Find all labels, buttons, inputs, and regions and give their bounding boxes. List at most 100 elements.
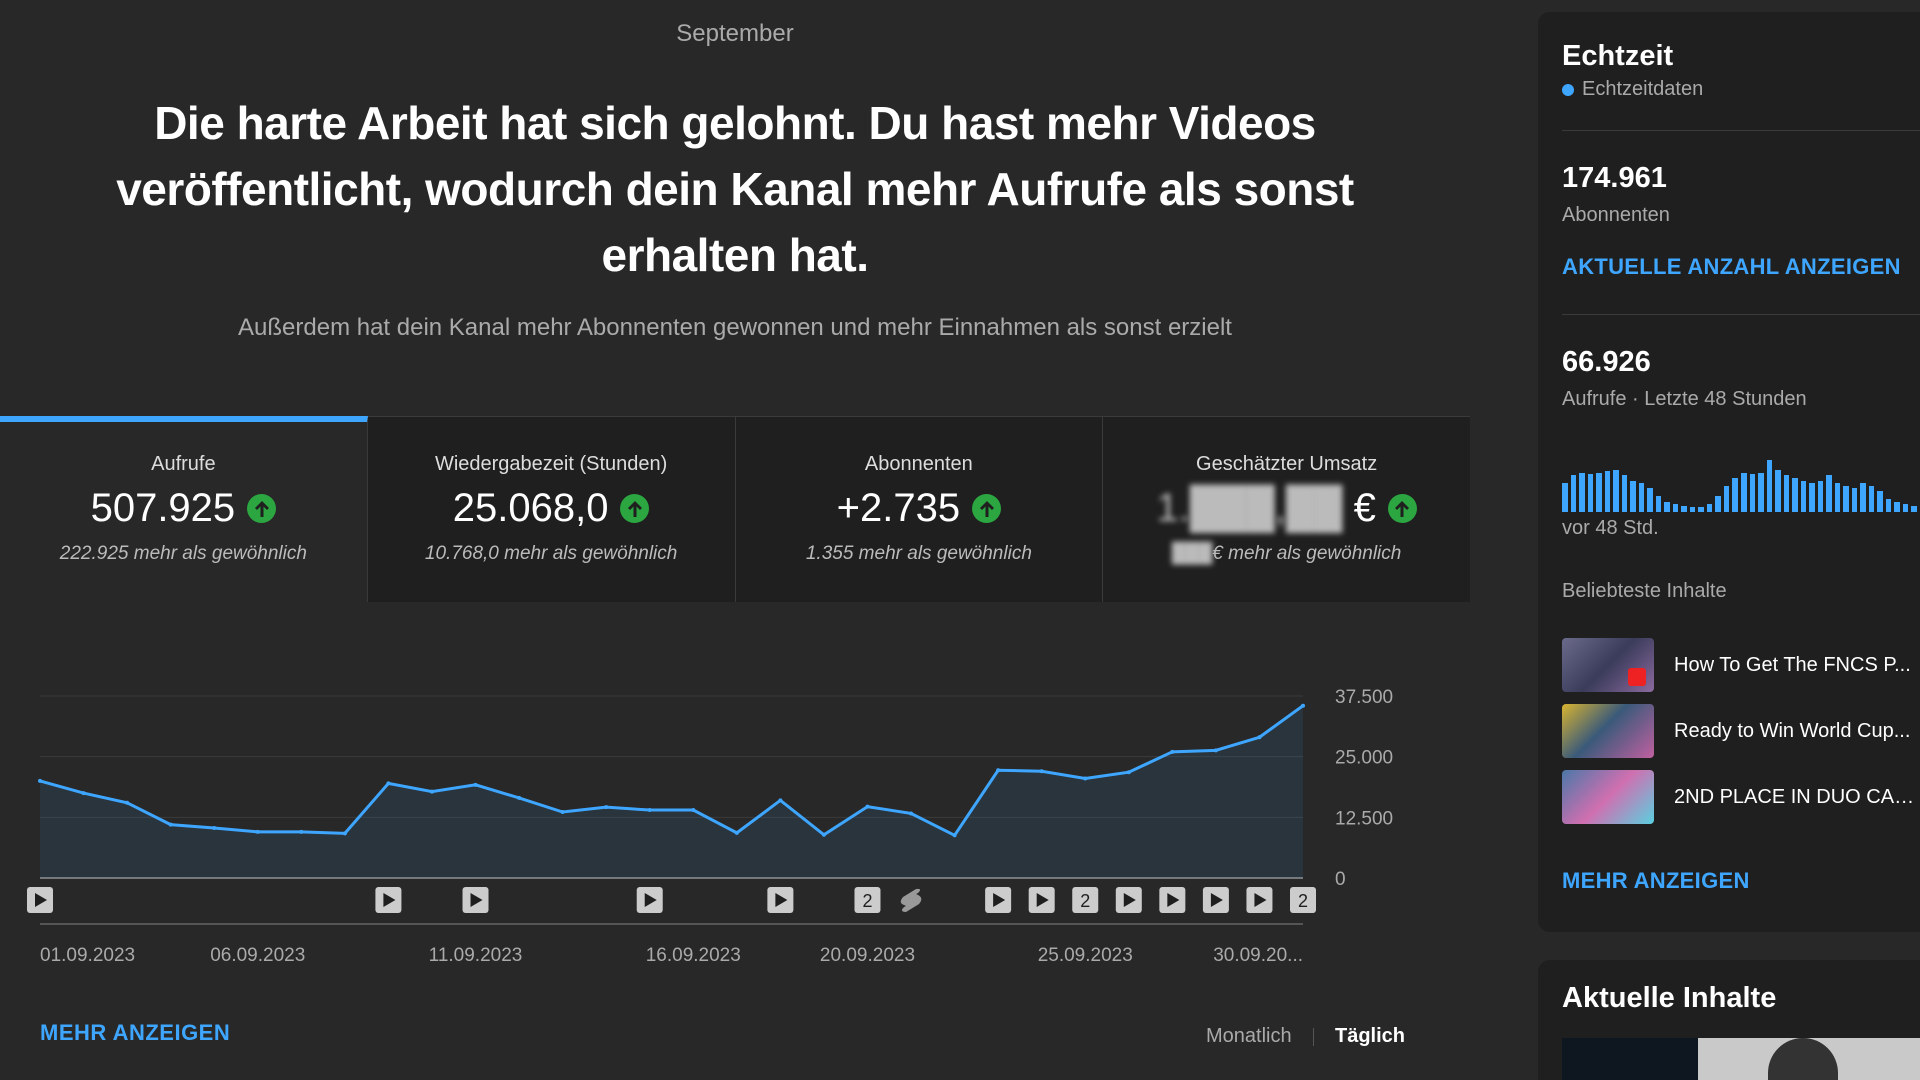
- realtime-bar[interactable]: [1630, 480, 1636, 512]
- popular-item[interactable]: How To Get The FNCS P...: [1562, 638, 1920, 692]
- realtime-bar[interactable]: [1715, 496, 1721, 512]
- show-count-link[interactable]: AKTUELLE ANZAHL ANZEIGEN: [1562, 254, 1901, 280]
- data-point[interactable]: [429, 789, 434, 794]
- data-point[interactable]: [212, 826, 217, 831]
- video-marker-icon[interactable]: [1028, 887, 1055, 913]
- realtime-bar[interactable]: [1766, 459, 1773, 512]
- data-point[interactable]: [952, 833, 957, 838]
- realtime-bar[interactable]: [1698, 506, 1704, 512]
- data-point[interactable]: [1257, 735, 1262, 740]
- realtime-bar[interactable]: [1894, 501, 1900, 512]
- realtime-bar[interactable]: [1902, 504, 1909, 512]
- data-point[interactable]: [473, 782, 478, 787]
- video-marker-icon[interactable]: [1202, 887, 1229, 913]
- video-marker-icon[interactable]: [1159, 887, 1186, 913]
- video-marker-icon[interactable]: [636, 887, 663, 913]
- realtime-bar[interactable]: [1613, 470, 1619, 512]
- data-point[interactable]: [1039, 769, 1044, 774]
- toggle-daily[interactable]: Täglich: [1335, 1025, 1405, 1048]
- realtime-bar[interactable]: [1647, 488, 1653, 512]
- data-point[interactable]: [342, 831, 347, 836]
- realtime-bar[interactable]: [1809, 483, 1815, 512]
- data-point[interactable]: [996, 768, 1001, 773]
- metric-card-revenue[interactable]: Geschätzter Umsatz 1.███,██ € ███€ mehr …: [1103, 416, 1470, 602]
- data-point[interactable]: [38, 778, 42, 783]
- realtime-bar[interactable]: [1843, 485, 1849, 512]
- realtime-bar[interactable]: [1834, 483, 1841, 512]
- more-button[interactable]: MEHR ANZEIGEN: [1562, 868, 1750, 894]
- video-marker-icon[interactable]: [1115, 887, 1142, 913]
- realtime-bar[interactable]: [1911, 505, 1917, 512]
- toggle-monthly[interactable]: Monatlich: [1206, 1025, 1292, 1048]
- video-marker-icon[interactable]: [985, 887, 1012, 913]
- video-count-marker[interactable]: 2: [1072, 887, 1099, 913]
- data-point[interactable]: [299, 829, 304, 834]
- realtime-bar[interactable]: [1792, 477, 1798, 512]
- realtime-bar[interactable]: [1672, 504, 1679, 512]
- video-count-marker[interactable]: 2: [854, 887, 881, 913]
- realtime-bar[interactable]: [1689, 506, 1696, 512]
- realtime-bar[interactable]: [1885, 498, 1892, 512]
- video-thumbnail[interactable]: [1562, 1038, 1920, 1080]
- data-point[interactable]: [821, 832, 826, 837]
- realtime-bar[interactable]: [1621, 475, 1628, 512]
- data-point[interactable]: [81, 791, 86, 796]
- realtime-bar[interactable]: [1860, 483, 1866, 512]
- realtime-bar[interactable]: [1596, 472, 1602, 512]
- video-marker-icon[interactable]: [375, 887, 402, 913]
- popular-item[interactable]: 2ND PLACE IN DUO CAS...: [1562, 770, 1920, 824]
- realtime-bar[interactable]: [1732, 477, 1738, 512]
- realtime-bar[interactable]: [1638, 483, 1645, 512]
- realtime-bar[interactable]: [1800, 480, 1807, 512]
- data-point[interactable]: [1126, 770, 1131, 775]
- data-point[interactable]: [1170, 749, 1175, 754]
- metric-card-watchtime[interactable]: Wiedergabezeit (Stunden) 25.068,0 10.768…: [367, 416, 736, 602]
- realtime-bar[interactable]: [1681, 505, 1687, 512]
- realtime-bar[interactable]: [1723, 485, 1730, 512]
- data-point[interactable]: [125, 800, 130, 805]
- data-point[interactable]: [909, 811, 914, 816]
- data-point[interactable]: [255, 829, 260, 834]
- video-marker-icon[interactable]: [462, 887, 489, 913]
- realtime-bar[interactable]: [1664, 501, 1670, 512]
- data-point[interactable]: [168, 822, 173, 827]
- video-count-marker[interactable]: 2: [1290, 887, 1316, 913]
- realtime-bar[interactable]: [1877, 491, 1883, 512]
- data-point[interactable]: [647, 808, 652, 813]
- realtime-bar[interactable]: [1775, 470, 1781, 512]
- realtime-bar[interactable]: [1826, 475, 1832, 512]
- data-point[interactable]: [386, 781, 391, 786]
- data-point[interactable]: [560, 809, 565, 814]
- video-marker-icon[interactable]: [767, 887, 794, 913]
- realtime-bar[interactable]: [1562, 483, 1568, 512]
- realtime-bar[interactable]: [1706, 504, 1713, 512]
- realtime-bar[interactable]: [1587, 474, 1594, 512]
- realtime-bar[interactable]: [1749, 474, 1756, 512]
- metric-card-views[interactable]: Aufrufe 507.925 222.925 mehr als gewöhnl…: [0, 416, 368, 602]
- realtime-bar[interactable]: [1758, 472, 1764, 512]
- views-chart[interactable]: 0 12.500 25.000 37.500 2 2 2 01.09.2023 06.09.20…: [0, 602, 1470, 1002]
- data-point[interactable]: [691, 808, 696, 813]
- realtime-bar[interactable]: [1783, 475, 1790, 512]
- realtime-bar[interactable]: [1817, 480, 1824, 512]
- realtime-bar[interactable]: [1579, 472, 1585, 512]
- data-point[interactable]: [1083, 776, 1088, 781]
- data-point[interactable]: [1301, 703, 1305, 708]
- data-point[interactable]: [1213, 748, 1218, 753]
- realtime-bar[interactable]: [1868, 485, 1875, 512]
- data-point[interactable]: [517, 795, 522, 800]
- data-point[interactable]: [734, 830, 739, 835]
- data-point[interactable]: [865, 804, 870, 809]
- data-point[interactable]: [778, 798, 783, 803]
- realtime-bar[interactable]: [1741, 472, 1747, 512]
- data-point[interactable]: [604, 805, 609, 810]
- video-marker-icon[interactable]: [27, 887, 53, 913]
- realtime-bar[interactable]: [1570, 475, 1577, 512]
- shorts-icon[interactable]: [900, 888, 922, 912]
- video-marker-icon[interactable]: [1246, 887, 1273, 913]
- realtime-bar[interactable]: [1851, 488, 1858, 512]
- popular-item[interactable]: Ready to Win World Cup...: [1562, 704, 1920, 758]
- realtime-bar[interactable]: [1604, 471, 1611, 512]
- realtime-bar-chart[interactable]: [1562, 442, 1920, 512]
- metric-card-subscribers[interactable]: Abonnenten +2.735 1.355 mehr als gewöhnl…: [735, 416, 1104, 602]
